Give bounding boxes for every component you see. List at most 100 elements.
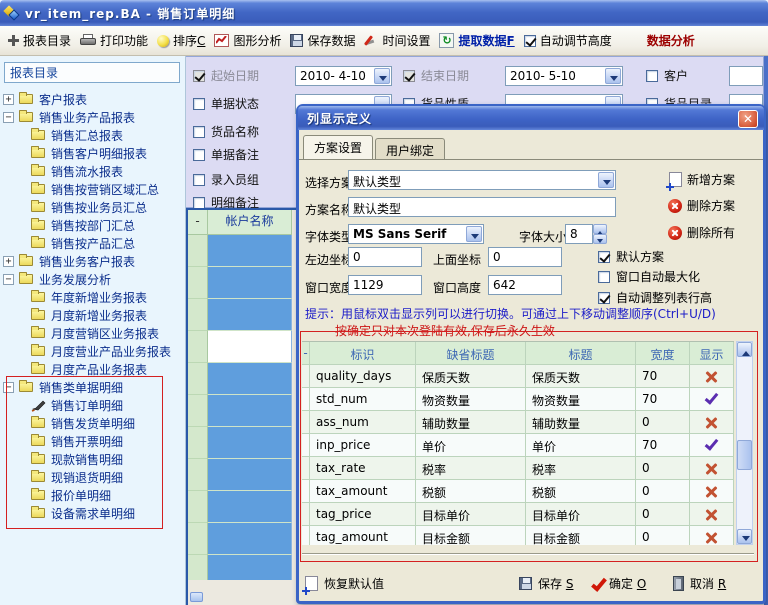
tab-user-binding[interactable]: 用户绑定 xyxy=(375,138,445,159)
tree-item[interactable]: 销售按产品汇总 xyxy=(0,234,186,252)
hide-x-icon[interactable] xyxy=(705,531,718,544)
show-cell[interactable]: 显示 xyxy=(690,342,734,365)
width-cell[interactable]: 0 xyxy=(636,457,690,480)
show-cell[interactable] xyxy=(690,480,734,503)
show-cell[interactable] xyxy=(690,365,734,388)
tree-item[interactable]: 现款销售明细 xyxy=(0,450,186,468)
title-cell[interactable]: 标题 xyxy=(526,342,636,365)
spinner-up-icon[interactable] xyxy=(593,224,607,234)
field-id-cell[interactable]: inp_price xyxy=(310,434,416,457)
tree-expander-icon[interactable]: − xyxy=(3,274,14,285)
grid-row-cell[interactable] xyxy=(208,555,292,580)
tree-item[interactable]: 报价单明细 xyxy=(0,486,186,504)
tree-item[interactable]: 销售流水报表 xyxy=(0,162,186,180)
column-table-row[interactable]: - 标识 缺省标题 标题 宽度 显示 xyxy=(302,342,734,365)
ok-button[interactable]: 确定 O xyxy=(595,575,646,592)
cancel-button[interactable]: 取消 R xyxy=(673,575,726,592)
grid-corner-cell[interactable]: - xyxy=(188,210,208,235)
grid-row[interactable] xyxy=(188,523,292,555)
window-height-input[interactable]: 642 xyxy=(488,275,562,295)
field-id-cell[interactable]: 标识 xyxy=(310,342,416,365)
title-cell[interactable]: 税率 xyxy=(526,457,636,480)
column-table-row[interactable]: std_num 物资数量 物资数量 70 xyxy=(302,388,734,411)
tree-item[interactable]: + 客户报表 xyxy=(0,90,186,108)
tree-item[interactable]: 月度新增业务报表 xyxy=(0,306,186,324)
show-check-icon[interactable] xyxy=(705,436,719,450)
default-title-cell[interactable]: 税额 xyxy=(416,480,526,503)
column-table-row[interactable]: tag_amount 目标金额 目标金额 0 xyxy=(302,526,734,545)
width-cell[interactable]: 70 xyxy=(636,365,690,388)
tree-item[interactable]: − 销售业务产品报表 xyxy=(0,108,186,126)
grid-row[interactable] xyxy=(188,363,292,395)
doc-status-checkbox[interactable] xyxy=(193,98,205,110)
hide-x-icon[interactable] xyxy=(705,462,718,475)
tree-expander-icon[interactable]: + xyxy=(3,94,14,105)
column-table-row[interactable]: tax_rate 税率 税率 0 xyxy=(302,457,734,480)
default-title-cell[interactable]: 物资数量 xyxy=(416,388,526,411)
show-cell[interactable] xyxy=(690,526,734,545)
show-check-icon[interactable] xyxy=(705,390,719,404)
tree-item[interactable]: 现销退货明细 xyxy=(0,468,186,486)
grid-row-header[interactable] xyxy=(188,331,208,363)
field-id-cell[interactable]: tag_price xyxy=(310,503,416,526)
grid-row-header[interactable] xyxy=(188,555,208,580)
data-analysis-button[interactable]: 数据分析 xyxy=(647,32,695,49)
auto-height-toggle[interactable]: 自动调节高度 xyxy=(524,32,612,49)
chevron-down-icon[interactable] xyxy=(605,68,621,84)
show-cell[interactable] xyxy=(690,434,734,457)
default-title-cell[interactable]: 目标单价 xyxy=(416,503,526,526)
width-cell[interactable]: 0 xyxy=(636,411,690,434)
filter-checkbox[interactable] xyxy=(193,149,205,161)
tree-item[interactable]: 销售发货单明细 xyxy=(0,414,186,432)
width-cell[interactable]: 0 xyxy=(636,480,690,503)
title-cell[interactable]: 物资数量 xyxy=(526,388,636,411)
grid-row-header[interactable] xyxy=(188,459,208,491)
tree-expander-icon[interactable]: − xyxy=(3,112,14,123)
start-date-checkbox[interactable] xyxy=(193,70,205,82)
field-id-cell[interactable]: tax_rate xyxy=(310,457,416,480)
width-cell[interactable]: 0 xyxy=(636,503,690,526)
grid-row-cell[interactable] xyxy=(208,459,292,491)
grid-column-header[interactable]: 帐户名称 xyxy=(208,210,292,235)
filter-left-item[interactable]: 货品名称 xyxy=(193,123,259,140)
show-cell[interactable] xyxy=(690,503,734,526)
column-table-row[interactable]: quality_days 保质天数 保质天数 70 xyxy=(302,365,734,388)
default-plan-option[interactable]: 默认方案 xyxy=(598,248,664,265)
add-plan-button[interactable]: 新增方案 xyxy=(669,171,735,188)
field-id-cell[interactable]: tax_amount xyxy=(310,480,416,503)
grid-row[interactable] xyxy=(188,427,292,459)
grid-row[interactable] xyxy=(188,267,292,299)
left-coord-input[interactable]: 0 xyxy=(348,247,422,267)
tree-expander-icon[interactable]: − xyxy=(3,382,14,393)
tree-item[interactable]: 年度新增业务报表 xyxy=(0,288,186,306)
default-title-cell[interactable]: 保质天数 xyxy=(416,365,526,388)
grid-scrollbar-nub[interactable] xyxy=(190,592,203,602)
auto-row-height-option[interactable]: 自动调整列表行高 xyxy=(598,289,712,306)
close-icon[interactable]: ✕ xyxy=(738,110,758,128)
row-header-cell[interactable]: - xyxy=(302,342,310,365)
column-table-row[interactable]: tag_price 目标单价 目标单价 0 xyxy=(302,503,734,526)
grid-row-header[interactable] xyxy=(188,299,208,331)
field-id-cell[interactable]: std_num xyxy=(310,388,416,411)
grid-row-cell[interactable] xyxy=(208,267,292,299)
row-header-cell[interactable] xyxy=(302,388,310,411)
tree-item[interactable]: 销售订单明细 xyxy=(0,396,186,414)
filter-checkbox[interactable] xyxy=(193,197,205,209)
width-cell[interactable]: 70 xyxy=(636,388,690,411)
field-id-cell[interactable]: quality_days xyxy=(310,365,416,388)
filter-left-item[interactable]: 单据备注 xyxy=(193,146,259,163)
tree-item[interactable]: 销售开票明细 xyxy=(0,432,186,450)
customer-input[interactable] xyxy=(729,66,763,86)
filter-left-item[interactable]: 录入员组 xyxy=(193,171,259,188)
row-header-cell[interactable] xyxy=(302,457,310,480)
spinner-down-icon[interactable] xyxy=(593,234,607,244)
grid-row[interactable] xyxy=(188,491,292,523)
title-cell[interactable]: 目标金额 xyxy=(526,526,636,545)
grid-row[interactable] xyxy=(188,459,292,491)
column-table-row[interactable]: inp_price 单价 单价 70 xyxy=(302,434,734,457)
width-cell[interactable]: 宽度 xyxy=(636,342,690,365)
font-size-value[interactable]: 8 xyxy=(565,224,593,244)
row-header-cell[interactable] xyxy=(302,503,310,526)
tree-item[interactable]: 设备需求单明细 xyxy=(0,504,186,522)
checkbox-checked-icon[interactable] xyxy=(524,35,536,47)
